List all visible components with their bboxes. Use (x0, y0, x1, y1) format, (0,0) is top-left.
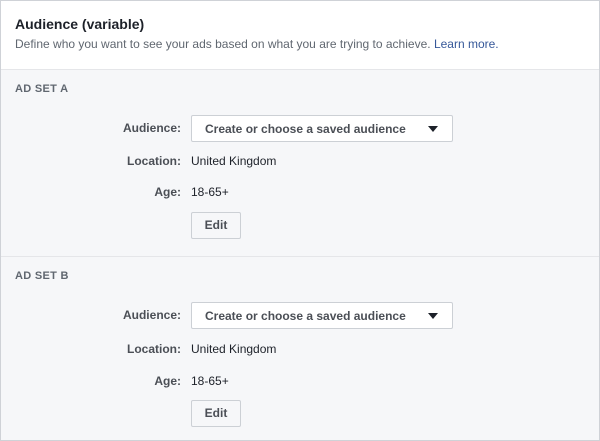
ad-set-b-section: AD SET B Audience: Create or choose a sa… (1, 257, 599, 440)
audience-panel: Audience (variable) Define who you want … (0, 0, 600, 441)
ad-set-title: AD SET A (15, 83, 69, 95)
audience-dropdown[interactable]: Create or choose a saved audience (191, 115, 453, 142)
edit-button[interactable]: Edit (191, 212, 241, 239)
audience-description-text: Define who you want to see your ads base… (15, 37, 431, 51)
audience-dropdown-label: Create or choose a saved audience (205, 122, 406, 136)
age-label: Age: (154, 185, 181, 199)
location-label: Location: (127, 154, 181, 168)
audience-description: Define who you want to see your ads base… (15, 37, 499, 51)
caret-down-icon (428, 126, 438, 132)
audience-dropdown-label: Create or choose a saved audience (205, 309, 406, 323)
audience-title: Audience (variable) (15, 16, 145, 32)
location-value: United Kingdom (191, 342, 277, 356)
caret-down-icon (428, 313, 438, 319)
ad-set-a-section: AD SET A Audience: Create or choose a sa… (1, 70, 599, 257)
location-value: United Kingdom (191, 154, 277, 168)
learn-more-link[interactable]: Learn more. (434, 37, 499, 51)
edit-button[interactable]: Edit (191, 400, 241, 427)
age-value: 18-65+ (191, 374, 229, 388)
age-value: 18-65+ (191, 185, 229, 199)
audience-label: Audience: (122, 308, 181, 322)
audience-label: Audience: (122, 121, 181, 135)
audience-header: Audience (variable) Define who you want … (1, 1, 599, 70)
location-label: Location: (127, 342, 181, 356)
ad-set-title: AD SET B (15, 270, 69, 282)
audience-dropdown[interactable]: Create or choose a saved audience (191, 302, 453, 329)
age-label: Age: (154, 374, 181, 388)
